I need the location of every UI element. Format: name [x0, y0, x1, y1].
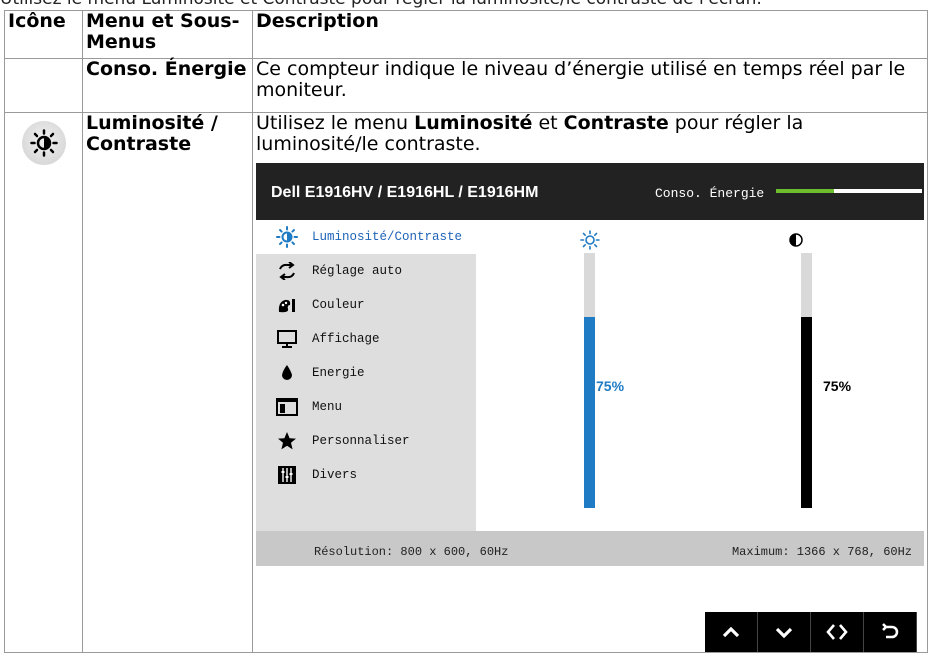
desc-part: Utilisez le menu: [256, 112, 415, 134]
star-icon: [274, 431, 300, 451]
osd-menu-item[interactable]: Affichage: [256, 322, 476, 356]
osd-menu-item-label: Luminosité/Contraste: [312, 229, 463, 244]
back-icon: [882, 623, 899, 639]
color-icon: [274, 296, 300, 314]
osd-menu-item-label: Divers: [312, 467, 358, 482]
contrast-slider[interactable]: [801, 253, 812, 508]
osd-energy-meter: [776, 189, 922, 193]
brightness-value: 75%: [596, 378, 625, 394]
osd-menu-item-label: Menu: [312, 399, 343, 414]
osd-menu-item-label: Affichage: [312, 331, 380, 346]
table-row: Conso. Énergie Ce compteur indique le ni…: [4, 58, 928, 113]
osd-menu-item[interactable]: Divers: [256, 458, 476, 492]
top-clipped-text: Utilisez le menu Luminosité et Contraste…: [0, 0, 762, 9]
row-menu-energy: Conso. Énergie: [82, 58, 253, 113]
back-button[interactable]: [864, 612, 917, 652]
energy-icon: [274, 364, 300, 382]
osd-header: Dell E1916HV / E1916HL / E1916HM Conso. …: [256, 163, 924, 220]
auto-adjust-icon: [274, 262, 300, 280]
table-row: Luminosité / Contraste Utilisez le menu …: [4, 112, 928, 653]
brightness-slider[interactable]: [584, 253, 595, 508]
osd-menu-item[interactable]: Luminosité/Contraste: [256, 220, 476, 254]
brightness-icon: [21, 121, 66, 165]
osd-menu-item-label: Réglage auto: [312, 263, 403, 278]
table-header-row: Icône Menu et Sous-Menus Description: [4, 10, 928, 59]
down-icon: [775, 627, 793, 639]
resolution-text: Résolution: 800 x 600, 60Hz: [314, 545, 509, 559]
brightness-slider-fill: [584, 316, 595, 508]
header-icone: Icône: [4, 10, 83, 59]
osd-menu-item[interactable]: Energie: [256, 356, 476, 390]
row-icon-cell: [4, 58, 83, 113]
up-button[interactable]: [705, 612, 758, 652]
row-icon-cell: [4, 112, 83, 653]
left-right-icon: [826, 624, 848, 640]
osd-menu-item[interactable]: Personnaliser: [256, 424, 476, 458]
row-description-brightness: Utilisez le menu Luminosité et Contraste…: [252, 112, 928, 653]
contrast-value: 75%: [823, 378, 852, 394]
up-icon: [722, 626, 740, 638]
down-button[interactable]: [758, 612, 811, 652]
display-icon: [274, 329, 300, 349]
description-text: Utilisez le menu Luminosité et Contraste…: [256, 113, 924, 155]
osd-energy-label: Conso. Énergie: [655, 186, 765, 201]
osd-menu-item[interactable]: Couleur: [256, 288, 476, 322]
osd-menu-item[interactable]: Menu: [256, 390, 476, 424]
contrast-slider-fill: [801, 316, 812, 508]
brightness-icon: [274, 226, 300, 248]
osd-footer: Résolution: 800 x 600, 60Hz Maximum: 136…: [256, 531, 924, 566]
menu-icon: [274, 398, 300, 416]
osd-model-title: Dell E1916HV / E1916HL / E1916HM: [271, 184, 539, 201]
osd-menu-item-label: Energie: [312, 365, 365, 380]
brightness-slider-icon: [580, 230, 600, 250]
desc-bold: Luminosité: [414, 112, 533, 134]
header-menu: Menu et Sous-Menus: [82, 10, 253, 59]
osd-menu-item[interactable]: Réglage auto: [256, 254, 476, 288]
contrast-slider-icon: [789, 233, 803, 247]
osd-menu-item-label: Couleur: [312, 297, 365, 312]
header-description: Description: [252, 10, 928, 59]
left-right-button[interactable]: [811, 612, 864, 652]
osd-energy-meter-fill: [776, 189, 835, 193]
desc-bold: Contraste: [563, 112, 669, 134]
osd-nav-buttons: [705, 612, 917, 652]
row-menu-brightness: Luminosité / Contraste: [82, 112, 253, 653]
osd-menu-item-label: Personnaliser: [312, 433, 410, 448]
desc-part: et: [532, 112, 564, 134]
osd-menu: Luminosité/Contraste Réglage auto Couleur A…: [256, 220, 476, 531]
osd-body: Luminosité/Contraste Réglage auto Couleur A…: [256, 220, 924, 531]
menu-table: Icône Menu et Sous-Menus Description Con…: [4, 10, 928, 653]
sliders-icon: [274, 465, 300, 485]
maximum-text: Maximum: 1366 x 768, 60Hz: [731, 545, 912, 559]
osd-window: Dell E1916HV / E1916HL / E1916HM Conso. …: [256, 163, 924, 566]
row-description-energy: Ce compteur indique le niveau d’énergie …: [252, 58, 928, 113]
